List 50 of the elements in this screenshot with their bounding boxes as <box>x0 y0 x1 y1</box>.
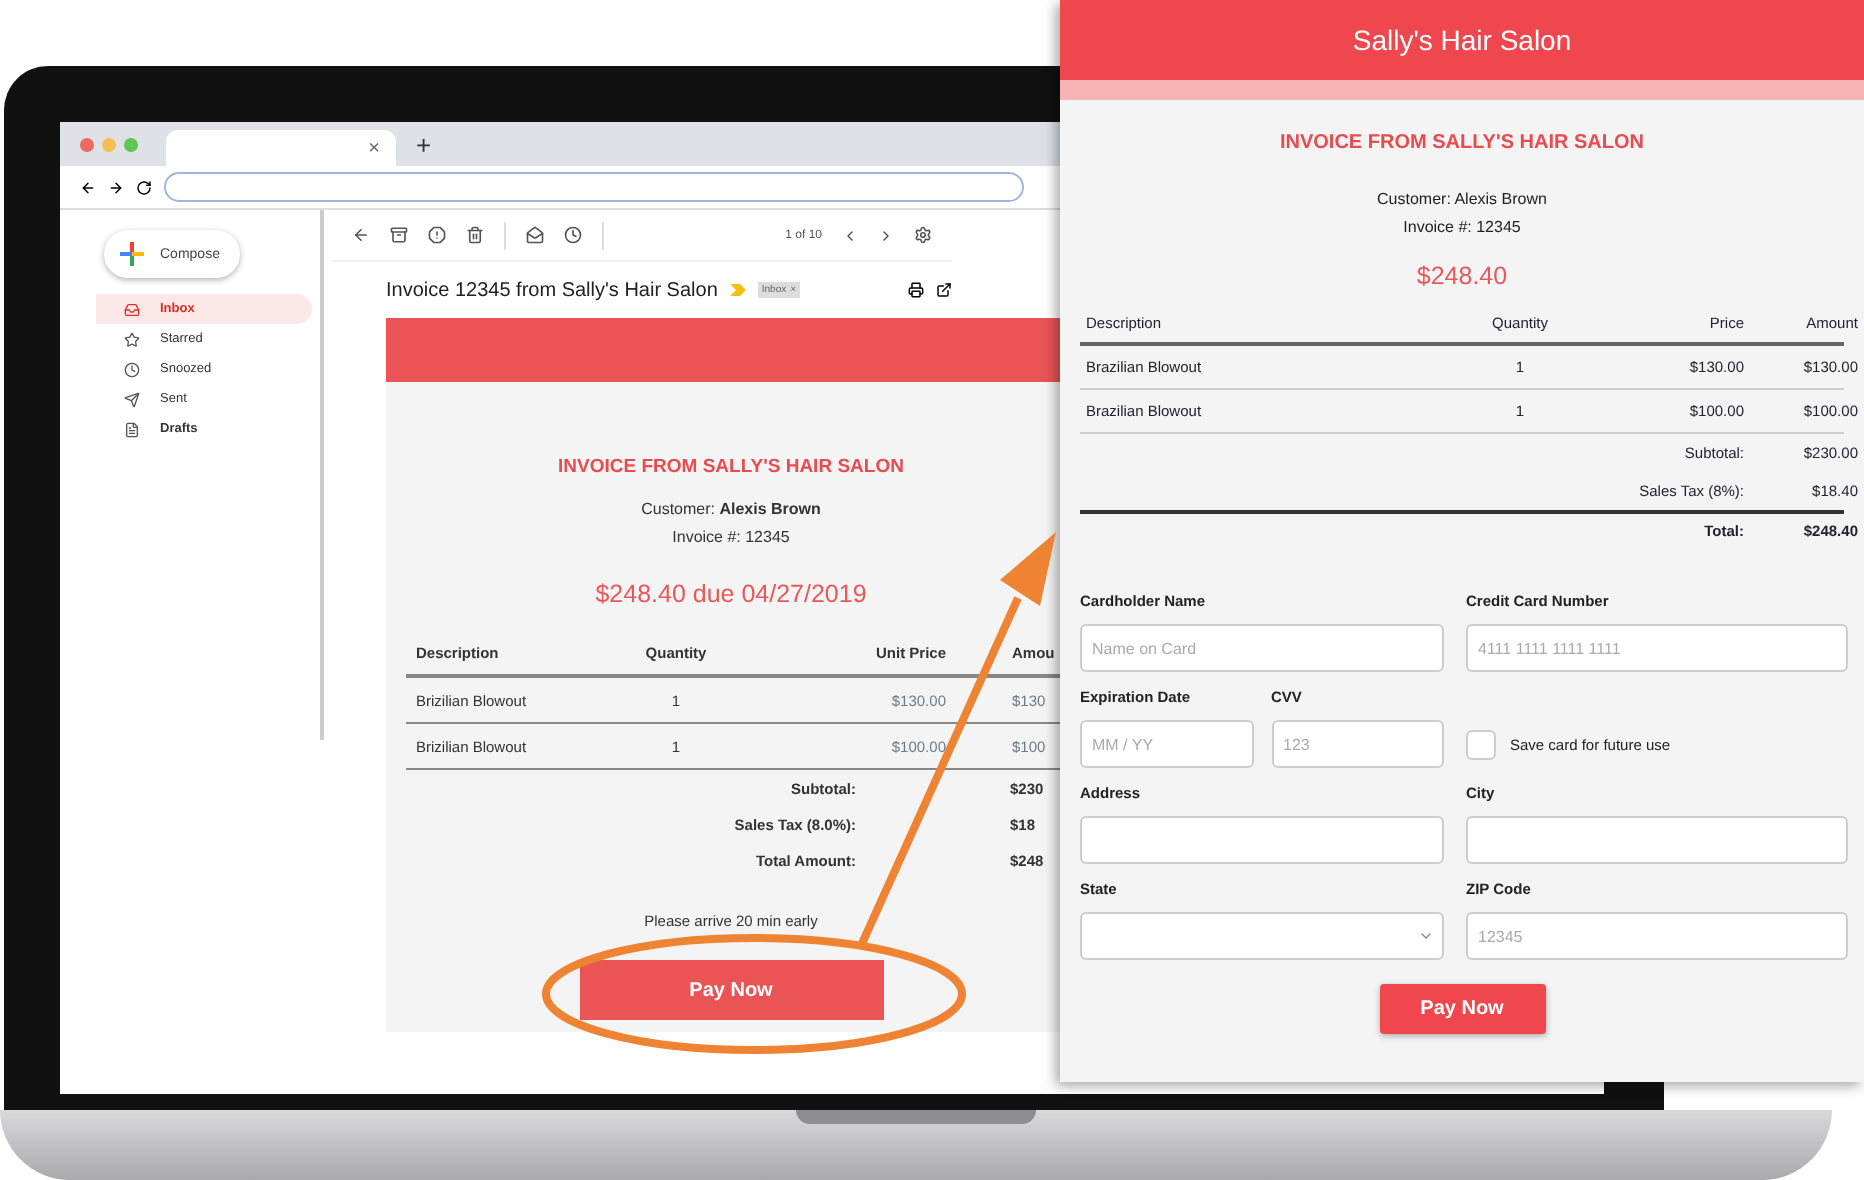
input-field[interactable]: 12345 <box>1466 912 1848 960</box>
previous-icon[interactable] <box>842 227 858 243</box>
window-header: Sally's Hair Salon <box>1060 0 1864 80</box>
caret-icon <box>1418 928 1434 944</box>
invoice-title: INVOICE FROM SALLY'S HAIR SALON <box>558 456 904 478</box>
email-subject: Invoice 12345 from Sally's Hair Salon <box>386 279 718 301</box>
mail-icon[interactable] <box>526 226 544 244</box>
customer-text: Customer: Alexis Brown <box>641 498 821 522</box>
customer-text: Customer: Alexis Brown <box>1377 188 1547 212</box>
forward-icon[interactable] <box>108 179 124 195</box>
new-tab-button[interactable]: + <box>408 129 440 159</box>
pay-now-button[interactable]: Pay Now <box>579 960 883 1020</box>
browser-tab[interactable]: × <box>166 130 396 166</box>
back-icon[interactable] <box>80 179 96 195</box>
plus-icon <box>120 242 144 266</box>
input-field[interactable]: Name on Card <box>1080 624 1444 672</box>
print-icon[interactable] <box>908 282 924 298</box>
tab-close-button[interactable]: × <box>368 137 380 159</box>
address-field[interactable] <box>164 172 1024 202</box>
invoice-number: Invoice #: 12345 <box>1403 216 1521 240</box>
archive-icon[interactable] <box>390 226 408 244</box>
delete-icon[interactable] <box>466 226 484 244</box>
invoice-title: INVOICE FROM SALLY'S HAIR SALON <box>1279 132 1645 154</box>
open-new-window-icon[interactable] <box>936 282 952 298</box>
checkbox[interactable] <box>1466 729 1496 759</box>
reload-icon[interactable] <box>136 179 152 195</box>
folder-icon <box>124 331 140 347</box>
amount-due: $248.40 due 04/27/2019 <box>595 580 867 608</box>
maximize-dot[interactable] <box>124 137 138 151</box>
folder-icon <box>124 301 140 317</box>
input-field[interactable]: 123 <box>1271 720 1444 768</box>
input-field[interactable]: MM / YY <box>1080 720 1253 768</box>
next-icon[interactable] <box>878 227 894 243</box>
folder-icon <box>124 421 140 437</box>
input-field[interactable] <box>1466 816 1848 864</box>
alert-icon[interactable] <box>428 226 446 244</box>
input-field[interactable]: 4111 1111 1111 1111 <box>1466 624 1848 672</box>
close-dot[interactable] <box>80 137 94 151</box>
pay-now-button[interactable]: Pay Now <box>1379 984 1545 1034</box>
invoice-number: Invoice #: 12345 <box>672 526 790 550</box>
select-field[interactable] <box>1080 912 1444 960</box>
folder-icon <box>124 361 140 377</box>
folder-icon <box>124 391 140 407</box>
back-icon[interactable] <box>352 226 370 244</box>
settings-icon[interactable] <box>914 226 932 244</box>
importance-marker-icon[interactable] <box>729 284 746 296</box>
amount-due: $248.40 <box>1416 262 1508 290</box>
minimize-dot[interactable] <box>102 137 116 151</box>
clock-icon[interactable] <box>564 226 582 244</box>
input-field[interactable] <box>1080 816 1444 864</box>
